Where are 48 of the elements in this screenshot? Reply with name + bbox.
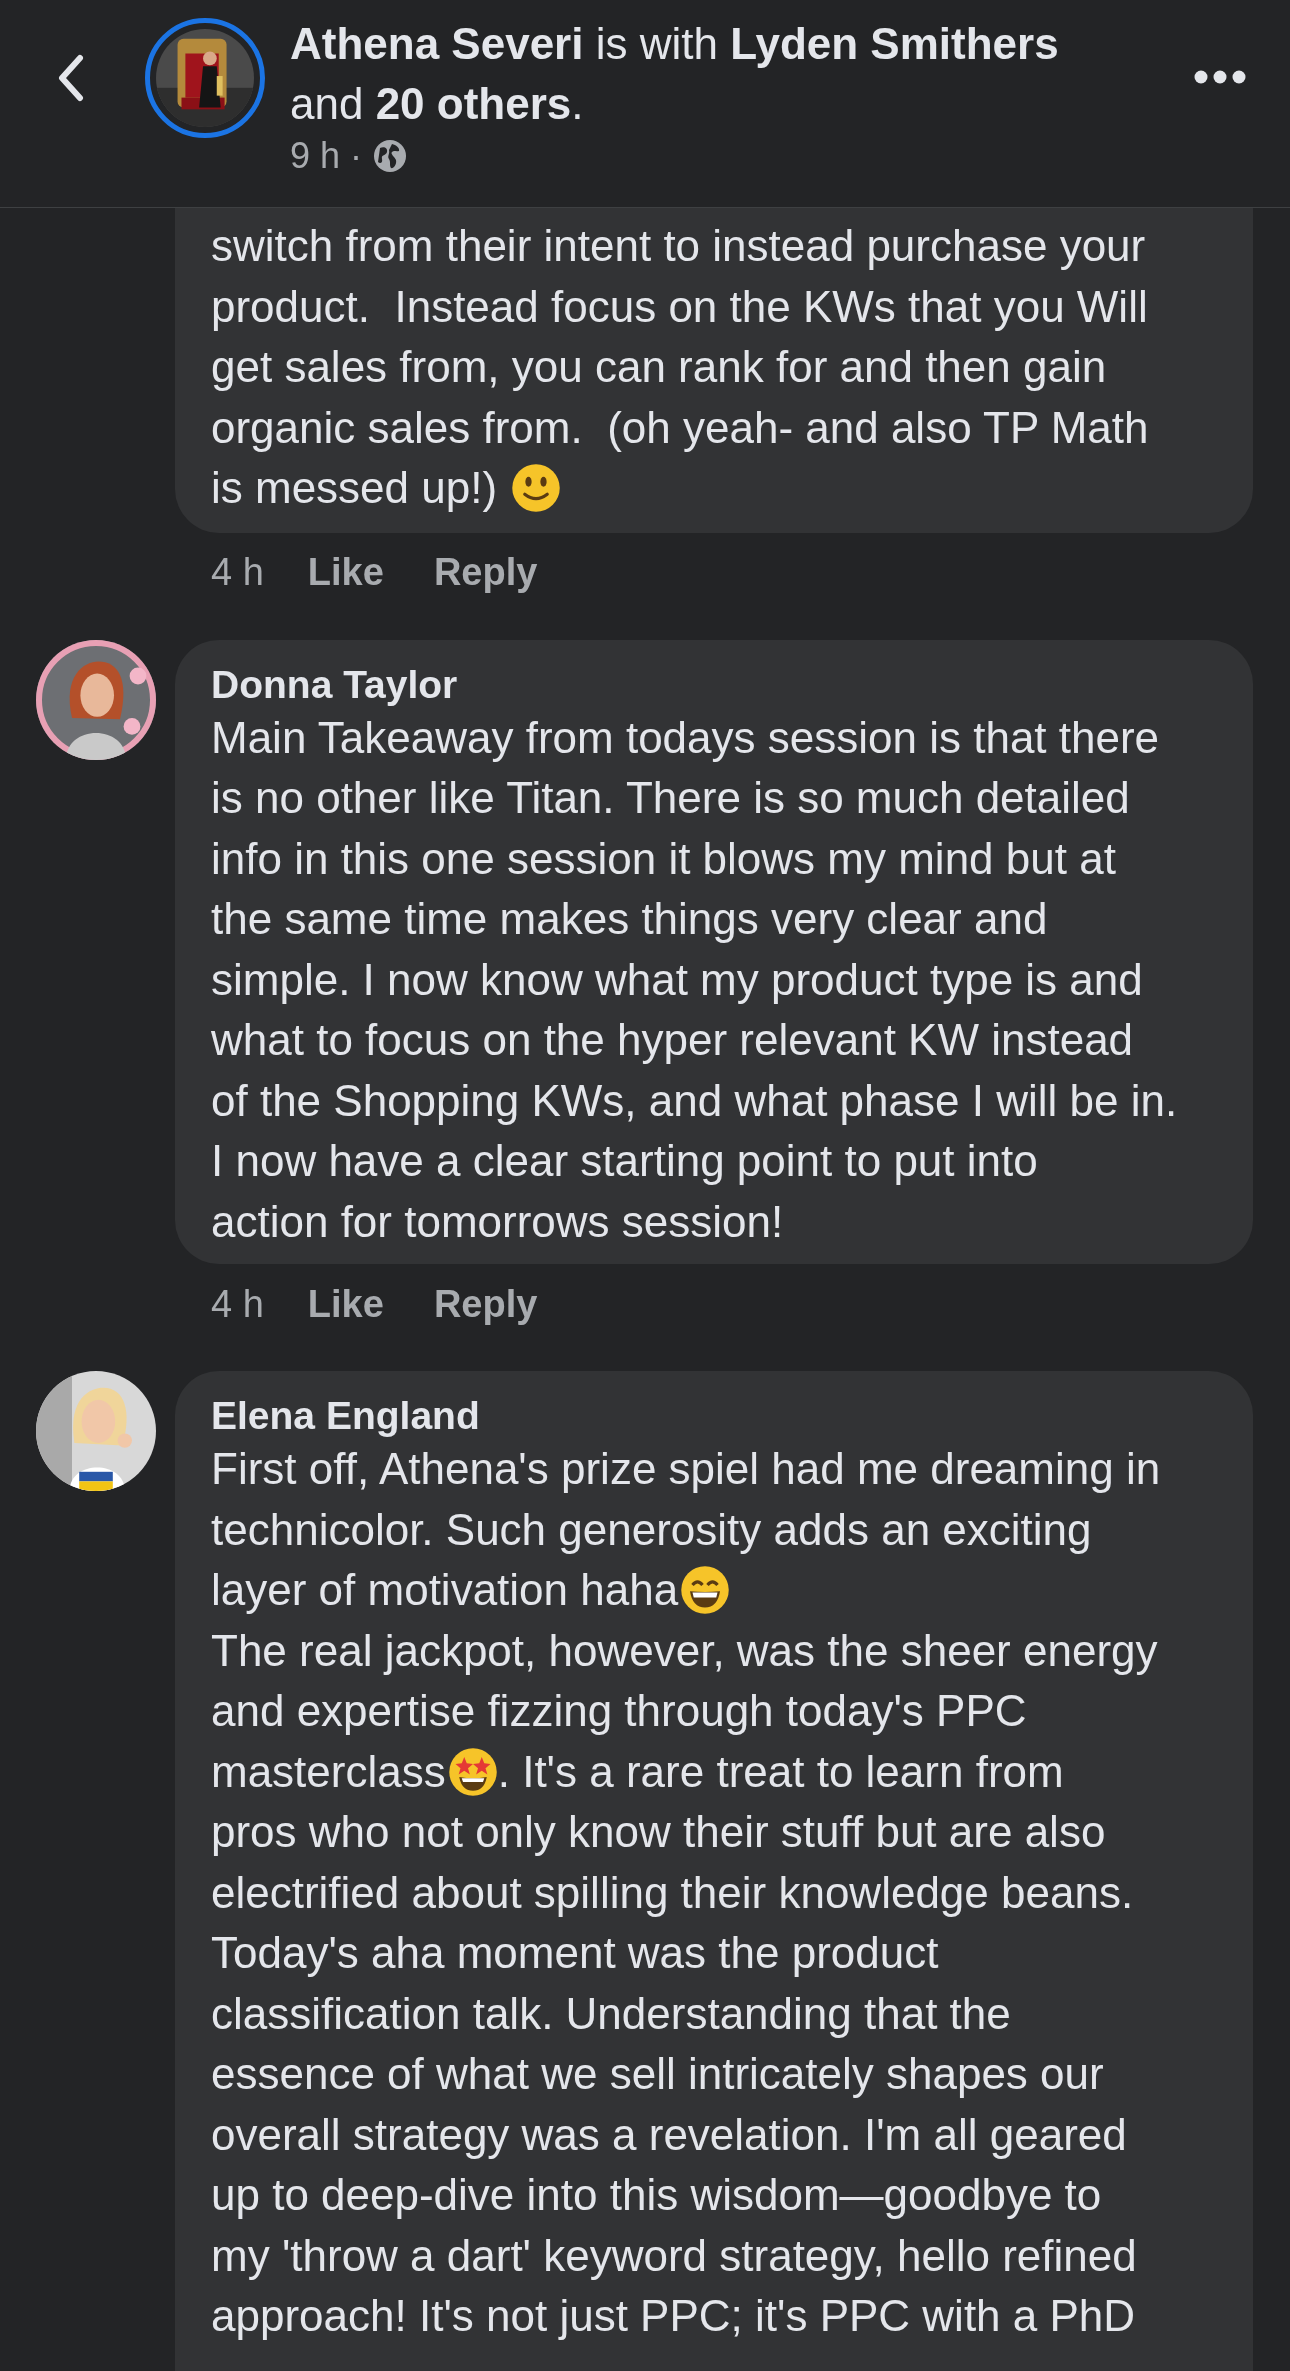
comment-text: masterclass [211, 1745, 446, 1798]
reply-button[interactable]: Reply [433, 1275, 538, 1333]
comment-text: approach! It's not just PPC; it's PPC with a PhD [211, 2290, 1136, 2342]
grinning-face-icon [680, 1565, 731, 1616]
comment-text: switch from their intent to instead purchase your [211, 220, 1146, 272]
reply-button[interactable]: Reply [433, 544, 538, 601]
comment-text: my 'throw a dart' keyword strategy, hello refined [211, 2229, 1137, 2282]
profile-avatar[interactable] [145, 18, 265, 138]
comment-text: First off, Athena's prize spiel had me dreaming in [211, 1443, 1161, 1495]
comment-text: up to deep-dive into this wisdom—goodbye to [211, 2169, 1102, 2221]
comment-time: 4 h [211, 550, 264, 595]
back-icon [56, 54, 84, 102]
comment-text: technicolor. Such generosity adds an exciting [211, 1503, 1092, 1556]
comment-text: I now have a clear starting point to put into [211, 1135, 1038, 1187]
comment-text: the same time makes things very clear and [211, 893, 1048, 945]
post-title: Athena Severi is with Lyden Smithers and 20 others. [290, 18, 1059, 130]
more-icon [1194, 70, 1246, 84]
comment-text: Main Takeaway from todays session is that there [211, 711, 1160, 764]
author-name[interactable]: Elena England [211, 1393, 1239, 1439]
comment-text: and expertise fizzing through today's PPC [211, 1685, 1027, 1737]
comment-text: what to focus on the hyper relevant KW instead [211, 1014, 1134, 1066]
comment-text: . It's a rare treat to learn from [497, 1745, 1064, 1798]
comment-text: action for tomorrows session! [211, 1195, 784, 1248]
comment-text: The real jackpot, however, was the sheer energy [211, 1624, 1158, 1677]
comment-text: classification talk. Understanding that the [211, 1987, 1011, 2040]
comment-text: organic sales from. (oh yeah- and also TP Math [211, 401, 1149, 454]
like-button[interactable]: Like [307, 544, 384, 601]
comment-text: overall strategy was a revelation. I'm all geared [211, 2108, 1127, 2161]
like-button[interactable]: Like [307, 1275, 384, 1333]
comment-text: is no other like Titan. There is so much detailed [211, 772, 1130, 824]
comment-text: electrified about spilling their knowledge beans. [211, 1866, 1134, 1919]
comment-text: get sales from, you can rank for and then gain [211, 341, 1107, 393]
smiling-face-icon [511, 463, 562, 514]
star-eyes-face-icon [447, 1746, 498, 1797]
comment-text: layer of motivation haha [211, 1564, 679, 1616]
comment-time: 4 h [211, 1281, 264, 1327]
post-time: 9 h [290, 134, 341, 178]
comment-text: is messed up!) [211, 462, 498, 514]
separator: · [350, 134, 363, 178]
author-name[interactable]: Donna Taylor [211, 661, 1239, 708]
comment-text: essence of what we sell intricately shapes our [211, 2048, 1104, 2100]
comment-text: pros who not only know their stuff but are also [211, 1806, 1106, 1858]
comment-text: product. Instead focus on the KWs that you Will [211, 280, 1148, 333]
comment-text: of the Shopping KWs, and what phase I will be in. [211, 1074, 1178, 1127]
comment-text: simple. I now know what my product type is and [211, 953, 1143, 1006]
comment-text: Today's aha moment was the product [211, 1927, 939, 1979]
comment-text: info in this one session it blows my mind but at [211, 832, 1116, 885]
globe-icon [372, 138, 409, 174]
